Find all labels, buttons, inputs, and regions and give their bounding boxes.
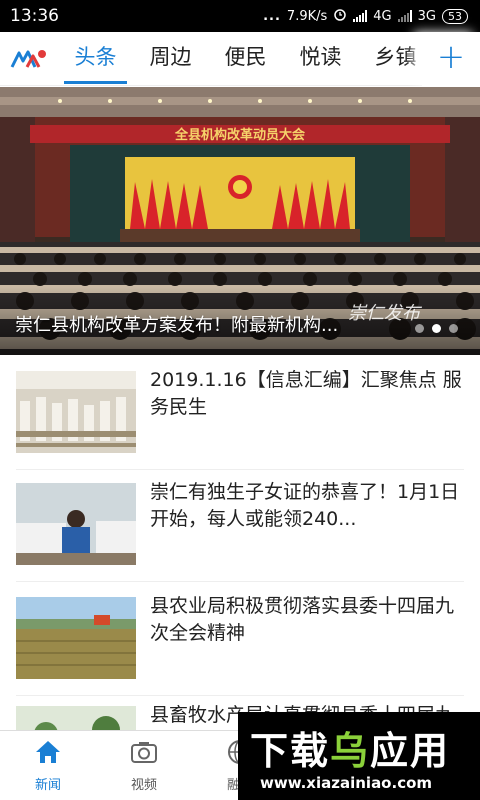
tab-toutiao[interactable]: 头条 [58, 32, 133, 86]
camera-icon [130, 739, 158, 769]
status-indicators: ... 7.9K/s 4G 3G 53 [263, 7, 468, 25]
watermark-title-part2: 乌 [330, 729, 371, 773]
site-watermark: 下载乌应用 www.xiazainiao.com [238, 712, 480, 800]
signal-icon [353, 10, 368, 22]
network-type-1: 4G [373, 8, 392, 24]
channel-tab-bar: 头条 周边 便民 悦读 乡镇 + [0, 32, 480, 86]
news-title: 2019.1.16【信息汇编】汇聚焦点 服务民生 [150, 369, 462, 418]
nav-news[interactable]: 新闻 [0, 731, 96, 800]
alarm-icon [333, 7, 347, 25]
news-thumbnail [16, 597, 136, 679]
status-dots: ... [263, 8, 281, 24]
nav-label: 新闻 [34, 778, 61, 793]
nav-label: 视频 [130, 778, 157, 793]
status-time: 13:36 [10, 6, 59, 26]
signal-icon-2 [397, 10, 412, 22]
news-item[interactable]: 2019.1.16【信息汇编】汇聚焦点 服务民生 [0, 355, 480, 470]
network-type-2: 3G [417, 8, 436, 24]
banner-caption: 崇仁县机构改革方案发布！附最新机构... [15, 315, 339, 336]
home-icon [34, 739, 62, 769]
headline-banner[interactable]: 全县机构改革动员大会 崇仁发布 崇仁县机构改革方案发布！附最新机构... [0, 87, 480, 355]
add-channel-button[interactable]: + [422, 32, 480, 86]
tab-yuedu[interactable]: 悦读 [283, 32, 358, 86]
app-logo [0, 32, 58, 86]
pagination-dot[interactable] [415, 324, 424, 333]
watermark-title-part1: 下载 [250, 729, 331, 773]
tab-bianmin[interactable]: 便民 [208, 32, 283, 86]
banner-signature: 崇仁发布 [348, 303, 420, 324]
pagination-dot-active[interactable] [432, 324, 441, 333]
news-thumbnail [16, 371, 136, 453]
network-speed: 7.9K/s [286, 8, 328, 24]
watermark-url: www.xiazainiao.com [260, 774, 433, 792]
tab-zhoubian[interactable]: 周边 [133, 32, 208, 86]
pagination-dot[interactable] [449, 324, 458, 333]
watermark-title-part3: 应用 [370, 729, 451, 773]
news-item[interactable]: 县农业局积极贯彻落实县委十四届九次全会精神 [0, 581, 480, 696]
news-item[interactable]: 崇仁有独生子女证的恭喜了！1月1日开始，每人或能领240... [0, 467, 480, 582]
battery-indicator: 53 [442, 8, 468, 24]
stage-banner-text: 全县机构改革动员大会 [174, 127, 306, 143]
news-title: 县农业局积极贯彻落实县委十四届九次全会精神 [150, 595, 455, 644]
channel-tabs: 头条 周边 便民 悦读 乡镇 [58, 32, 480, 86]
news-thumbnail [16, 483, 136, 565]
status-bar: 13:36 ... 7.9K/s 4G 3G 53 [0, 0, 480, 32]
news-title: 崇仁有独生子女证的恭喜了！1月1日开始，每人或能领240... [150, 481, 460, 530]
banner-pagination [415, 324, 458, 333]
watermark-title: 下载乌应用 [250, 720, 450, 775]
nav-video[interactable]: 视频 [96, 731, 192, 800]
